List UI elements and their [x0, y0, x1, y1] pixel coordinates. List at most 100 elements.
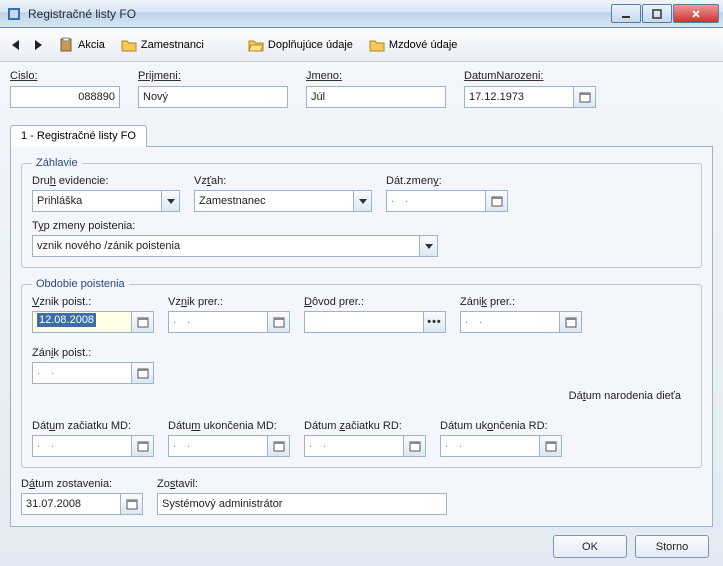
vztah-select[interactable] — [194, 190, 354, 212]
zamestnanci-button[interactable]: Zamestnanci — [117, 34, 208, 56]
ukonrd-picker-button[interactable] — [540, 435, 562, 457]
datnardieta-label: Dátum narodenia dieťa — [569, 390, 681, 402]
calendar-icon — [545, 440, 557, 452]
ukonmd-label: Dátum ukončenia MD: — [168, 420, 290, 432]
close-button[interactable] — [673, 4, 719, 23]
zacmd-input[interactable]: . . — [32, 435, 132, 457]
zanikpoist-label: Zánik poist.: — [32, 347, 154, 359]
vznikprer-input[interactable]: . . — [168, 311, 268, 333]
vznikpoist-label: Vznik poist.: — [32, 296, 154, 308]
typ-dropdown-button[interactable] — [420, 235, 438, 257]
calendar-icon — [579, 91, 591, 103]
datz-input[interactable]: . . — [386, 190, 486, 212]
minimize-button[interactable] — [611, 4, 641, 23]
vztah-dropdown-button[interactable] — [354, 190, 372, 212]
datz-label: Dát.zmeny: — [386, 175, 508, 187]
zostavil-input[interactable] — [157, 493, 447, 515]
zanikpoist-input[interactable]: . . — [32, 362, 132, 384]
dovodprer-lookup-button[interactable]: ••• — [424, 311, 446, 333]
zacrd-label: Dátum začiatku RD: — [304, 420, 426, 432]
typ-label: Typ zmeny poistenia: — [32, 220, 438, 232]
dialog-buttons: OK Storno — [553, 535, 709, 558]
folder2-icon — [369, 37, 385, 53]
mzdove-button[interactable]: Mzdové údaje — [365, 34, 462, 56]
calendar-icon — [491, 195, 503, 207]
datnar-picker-button[interactable] — [574, 86, 596, 108]
cislo-label: Cislo: — [10, 70, 120, 82]
nav-next-button[interactable] — [31, 37, 46, 53]
ukonmd-picker-button[interactable] — [268, 435, 290, 457]
mzdove-label: Mzdové údaje — [389, 39, 458, 51]
calendar-icon — [126, 498, 138, 510]
datzost-input[interactable] — [21, 493, 121, 515]
zanikprer-picker-button[interactable] — [560, 311, 582, 333]
calendar-icon — [137, 316, 149, 328]
chevron-down-icon — [167, 199, 175, 204]
calendar-icon — [409, 440, 421, 452]
chevron-left-icon — [12, 40, 19, 50]
nav-prev-button[interactable] — [8, 37, 23, 53]
datnar-input[interactable] — [464, 86, 574, 108]
zacmd-picker-button[interactable] — [132, 435, 154, 457]
ukonrd-input[interactable]: . . — [440, 435, 540, 457]
chevron-right-icon — [35, 40, 42, 50]
zacrd-picker-button[interactable] — [404, 435, 426, 457]
dovodprer-input[interactable] — [304, 311, 424, 333]
obdobie-group: Obdobie poistenia Vznik poist.: 12.08.20… — [21, 278, 702, 468]
jmeno-input[interactable] — [306, 86, 446, 108]
obdobie-legend: Obdobie poistenia — [32, 278, 129, 290]
storno-button[interactable]: Storno — [635, 535, 709, 558]
druh-select[interactable] — [32, 190, 162, 212]
zamestnanci-label: Zamestnanci — [141, 39, 204, 51]
calendar-icon — [137, 440, 149, 452]
zacrd-input[interactable]: . . — [304, 435, 404, 457]
folder-icon — [121, 37, 137, 53]
tab-registracne[interactable]: 1 - Registračné listy FO — [10, 125, 147, 147]
dovodprer-label: Dôvod prer.: — [304, 296, 446, 308]
datnar-label: DatumNarozeni: — [464, 70, 596, 82]
vznikprer-label: Vznik prer.: — [168, 296, 290, 308]
datzost-label: Dátum zostavenia: — [21, 478, 143, 490]
cislo-input[interactable] — [10, 86, 120, 108]
titlebar: Registračné listy FO — [0, 0, 723, 28]
zahlavie-group: Záhlavie Druh evidencie: Vzťah: — [21, 157, 702, 268]
zanikpoist-picker-button[interactable] — [132, 362, 154, 384]
druh-dropdown-button[interactable] — [162, 190, 180, 212]
toolbar: Akcia Zamestnanci Doplňujúce údaje Mzdov… — [0, 28, 723, 62]
zanikprer-label: Zánik prer.: — [460, 296, 582, 308]
calendar-icon — [565, 316, 577, 328]
akcia-label: Akcia — [78, 39, 105, 51]
vznikpoist-input[interactable]: 12.08.2008 — [32, 311, 132, 333]
zostavil-label: Zostavil: — [157, 478, 447, 490]
tab-label: 1 - Registračné listy FO — [21, 130, 136, 142]
zacmd-label: Dátum začiatku MD: — [32, 420, 154, 432]
ok-button[interactable]: OK — [553, 535, 627, 558]
chevron-down-icon — [425, 244, 433, 249]
window-title: Registračné listy FO — [28, 7, 610, 21]
datz-picker-button[interactable] — [486, 190, 508, 212]
app-icon — [6, 6, 22, 22]
doplnujuce-button[interactable]: Doplňujúce údaje — [244, 34, 357, 56]
zahlavie-legend: Záhlavie — [32, 157, 82, 169]
ellipsis-icon: ••• — [427, 316, 442, 328]
datzost-picker-button[interactable] — [121, 493, 143, 515]
calendar-icon — [137, 367, 149, 379]
calendar-icon — [273, 440, 285, 452]
maximize-button[interactable] — [642, 4, 672, 23]
vznikprer-picker-button[interactable] — [268, 311, 290, 333]
folder-open-icon — [248, 37, 264, 53]
calendar-icon — [273, 316, 285, 328]
prijmeni-input[interactable] — [138, 86, 288, 108]
prijmeni-label: Prijmeni: — [138, 70, 288, 82]
vznikpoist-picker-button[interactable] — [132, 311, 154, 333]
doplnujuce-label: Doplňujúce údaje — [268, 39, 353, 51]
ukonrd-label: Dátum ukončenia RD: — [440, 420, 562, 432]
vztah-label: Vzťah: — [194, 175, 372, 187]
jmeno-label: Jmeno: — [306, 70, 446, 82]
akcia-button[interactable]: Akcia — [54, 34, 109, 56]
clipboard-icon — [58, 37, 74, 53]
chevron-down-icon — [359, 199, 367, 204]
ukonmd-input[interactable]: . . — [168, 435, 268, 457]
zanikprer-input[interactable]: . . — [460, 311, 560, 333]
typ-select[interactable] — [32, 235, 420, 257]
